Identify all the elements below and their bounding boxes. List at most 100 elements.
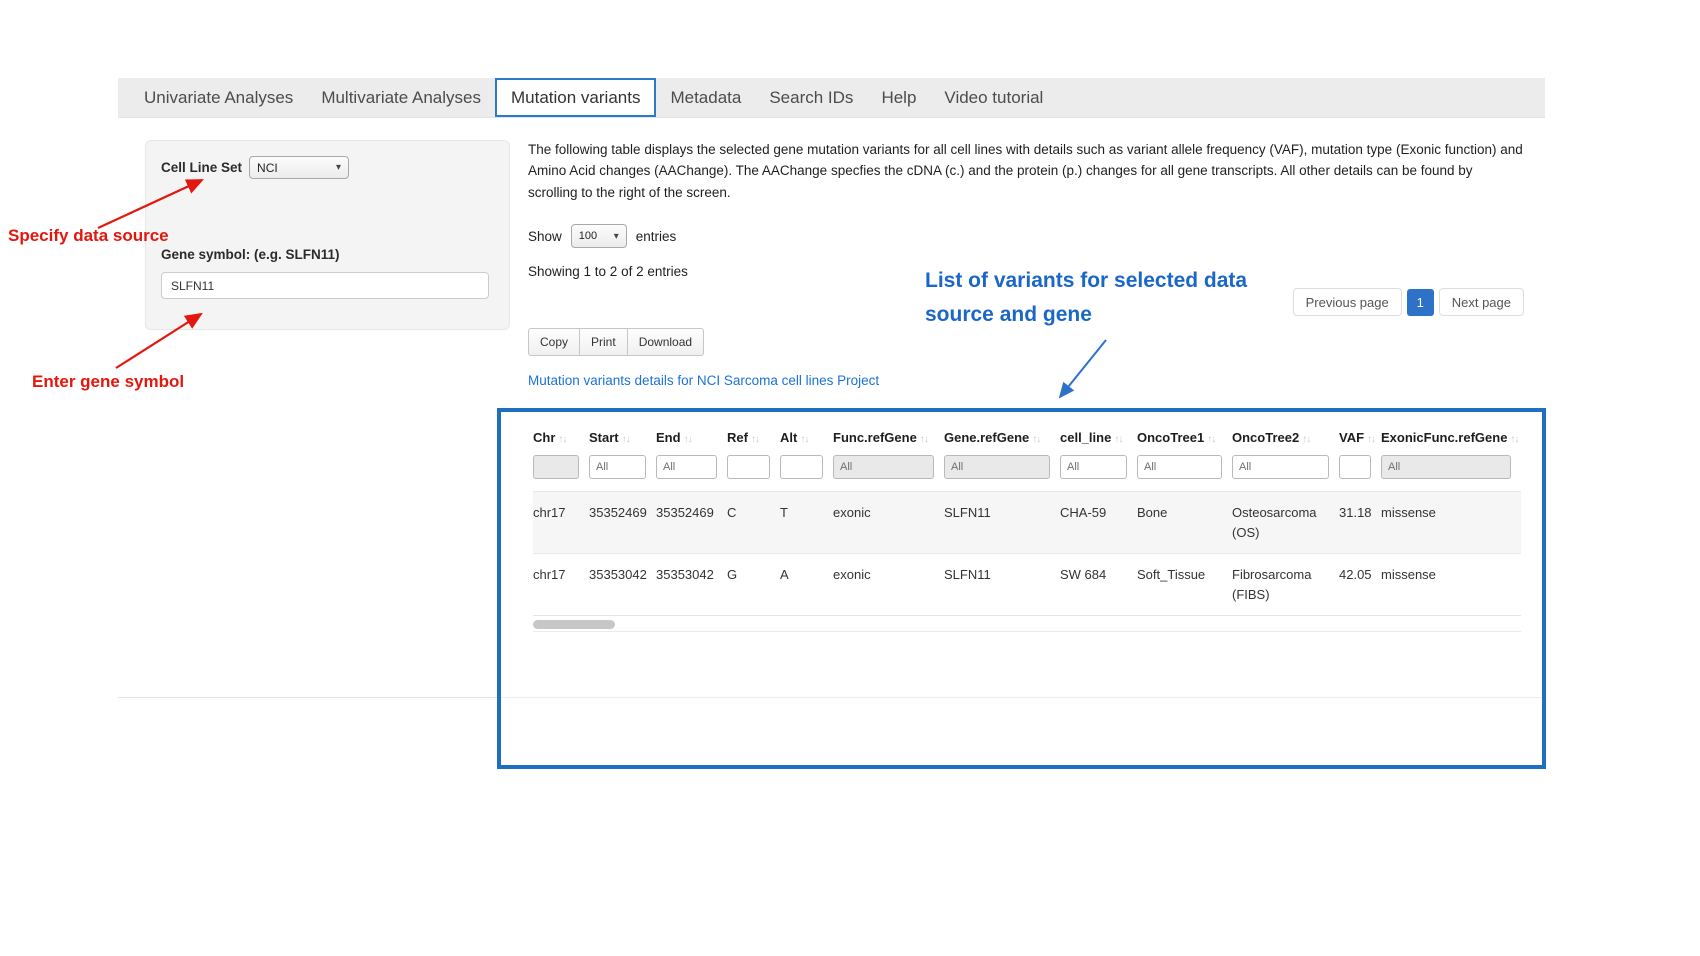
copy-button[interactable]: Copy bbox=[528, 328, 580, 356]
column-label: Alt bbox=[780, 430, 797, 445]
filter-cell bbox=[833, 455, 944, 492]
filter-cell bbox=[1381, 455, 1521, 492]
filter-cell-line[interactable] bbox=[1060, 455, 1127, 479]
annotation-specify-data-source: Specify data source bbox=[8, 226, 169, 246]
column-label: cell_line bbox=[1060, 430, 1111, 445]
filter-vaf[interactable] bbox=[1339, 455, 1371, 479]
blue-arrow-variants-table bbox=[1060, 340, 1106, 397]
cell-line-set-label: Cell Line Set bbox=[161, 160, 242, 175]
column-header-start[interactable]: Start↑↓ bbox=[589, 426, 656, 455]
print-button[interactable]: Print bbox=[579, 328, 628, 356]
sort-icon: ↑↓ bbox=[1302, 434, 1310, 445]
filter-cell bbox=[944, 455, 1060, 492]
column-header-vaf[interactable]: VAF↑↓ bbox=[1339, 426, 1381, 455]
scrollbar-thumb[interactable] bbox=[533, 620, 615, 629]
annotation-variants-line1: List of variants for selected data bbox=[925, 269, 1247, 292]
filter-start[interactable] bbox=[589, 455, 646, 479]
table-cell: CHA-59 bbox=[1060, 492, 1137, 554]
page-length-value: 100 bbox=[579, 230, 597, 242]
table-cell: Bone bbox=[1137, 492, 1232, 554]
filter-alt[interactable] bbox=[780, 455, 823, 479]
next-page-button[interactable]: Next page bbox=[1439, 288, 1524, 316]
table-header-row: Chr↑↓Start↑↓End↑↓Ref↑↓Alt↑↓Func.refGene↑… bbox=[533, 426, 1521, 455]
table-cell: 35353042 bbox=[589, 554, 656, 616]
entries-label: entries bbox=[636, 229, 677, 244]
filter-cell bbox=[1137, 455, 1232, 492]
table-cell: T bbox=[780, 492, 833, 554]
filter-oncotree2[interactable] bbox=[1232, 455, 1329, 479]
column-label: OncoTree2 bbox=[1232, 430, 1299, 445]
filter-gene-refgene[interactable] bbox=[944, 455, 1050, 479]
column-header-oncotree1[interactable]: OncoTree1↑↓ bbox=[1137, 426, 1232, 455]
column-header-gene-refgene[interactable]: Gene.refGene↑↓ bbox=[944, 426, 1060, 455]
sort-icon: ↑↓ bbox=[622, 434, 630, 445]
column-header-oncotree2[interactable]: OncoTree2↑↓ bbox=[1232, 426, 1339, 455]
filter-ref[interactable] bbox=[727, 455, 770, 479]
cell-line-set-value: NCI bbox=[257, 161, 278, 175]
column-header-cell-line[interactable]: cell_line↑↓ bbox=[1060, 426, 1137, 455]
table-body: chr173535246935352469CTexonicSLFN11CHA-5… bbox=[533, 492, 1521, 616]
show-label: Show bbox=[528, 229, 562, 244]
column-label: OncoTree1 bbox=[1137, 430, 1204, 445]
sort-icon: ↑↓ bbox=[1367, 434, 1375, 445]
sort-icon: ↑↓ bbox=[800, 434, 808, 445]
tab-help[interactable]: Help bbox=[867, 78, 930, 117]
table-description: The following table displays the selecte… bbox=[528, 139, 1523, 203]
pagination: Previous page 1 Next page bbox=[1293, 288, 1524, 316]
page-length-select[interactable]: 100 ▾ bbox=[571, 224, 627, 248]
filter-end[interactable] bbox=[656, 455, 717, 479]
table-cell: A bbox=[780, 554, 833, 616]
sort-icon: ↑↓ bbox=[558, 434, 566, 445]
tab-search-ids[interactable]: Search IDs bbox=[755, 78, 867, 117]
filter-oncotree1[interactable] bbox=[1137, 455, 1222, 479]
tab-univariate-analyses[interactable]: Univariate Analyses bbox=[130, 78, 307, 117]
column-header-exonicfunc-refgene[interactable]: ExonicFunc.refGene↑↓ bbox=[1381, 426, 1521, 455]
table-cell: exonic bbox=[833, 554, 944, 616]
column-header-func-refgene[interactable]: Func.refGene↑↓ bbox=[833, 426, 944, 455]
column-header-end[interactable]: End↑↓ bbox=[656, 426, 727, 455]
control-panel: Cell Line Set NCI ▾ Gene symbol: (e.g. S… bbox=[145, 140, 510, 330]
table-cell: Fibrosarcoma (FIBS) bbox=[1232, 554, 1339, 616]
previous-page-button[interactable]: Previous page bbox=[1293, 288, 1402, 316]
tab-mutation-variants[interactable]: Mutation variants bbox=[495, 78, 656, 117]
inner-divider bbox=[501, 697, 1542, 698]
tab-multivariate-analyses[interactable]: Multivariate Analyses bbox=[307, 78, 495, 117]
tab-metadata[interactable]: Metadata bbox=[656, 78, 755, 117]
table-cell: SLFN11 bbox=[944, 554, 1060, 616]
column-header-ref[interactable]: Ref↑↓ bbox=[727, 426, 780, 455]
table-cell: SW 684 bbox=[1060, 554, 1137, 616]
table-cell: C bbox=[727, 492, 780, 554]
column-label: Start bbox=[589, 430, 619, 445]
column-header-alt[interactable]: Alt↑↓ bbox=[780, 426, 833, 455]
main-nav: Univariate AnalysesMultivariate Analyses… bbox=[118, 78, 1545, 118]
filter-func-refgene[interactable] bbox=[833, 455, 934, 479]
current-page-button[interactable]: 1 bbox=[1407, 289, 1434, 316]
table-cell: 35353042 bbox=[656, 554, 727, 616]
table-cell: Osteosarcoma (OS) bbox=[1232, 492, 1339, 554]
download-button[interactable]: Download bbox=[627, 328, 704, 356]
sort-icon: ↑↓ bbox=[920, 434, 928, 445]
table-cell: 35352469 bbox=[589, 492, 656, 554]
table-cell: 35352469 bbox=[656, 492, 727, 554]
variants-table-box: Chr↑↓Start↑↓End↑↓Ref↑↓Alt↑↓Func.refGene↑… bbox=[497, 408, 1546, 769]
filter-cell bbox=[533, 455, 589, 492]
export-button-group: CopyPrintDownload bbox=[528, 328, 704, 356]
table-caption: Mutation variants details for NCI Sarcom… bbox=[528, 373, 879, 388]
filter-cell bbox=[1339, 455, 1381, 492]
horizontal-scrollbar[interactable] bbox=[533, 615, 1521, 632]
table-row: chr173535246935352469CTexonicSLFN11CHA-5… bbox=[533, 492, 1521, 554]
filter-exonicfunc-refgene[interactable] bbox=[1381, 455, 1511, 479]
column-header-chr[interactable]: Chr↑↓ bbox=[533, 426, 589, 455]
column-label: Gene.refGene bbox=[944, 430, 1029, 445]
tab-video-tutorial[interactable]: Video tutorial bbox=[930, 78, 1057, 117]
table-cell: G bbox=[727, 554, 780, 616]
cell-line-set-select[interactable]: NCI ▾ bbox=[249, 156, 349, 179]
sort-icon: ↑↓ bbox=[1207, 434, 1215, 445]
filter-chr[interactable] bbox=[533, 455, 579, 479]
column-label: Chr bbox=[533, 430, 555, 445]
table-cell: chr17 bbox=[533, 554, 589, 616]
table-cell: SLFN11 bbox=[944, 492, 1060, 554]
table-cell: 42.05 bbox=[1339, 554, 1381, 616]
annotation-enter-gene-symbol: Enter gene symbol bbox=[32, 372, 184, 392]
gene-symbol-input[interactable] bbox=[161, 272, 489, 299]
